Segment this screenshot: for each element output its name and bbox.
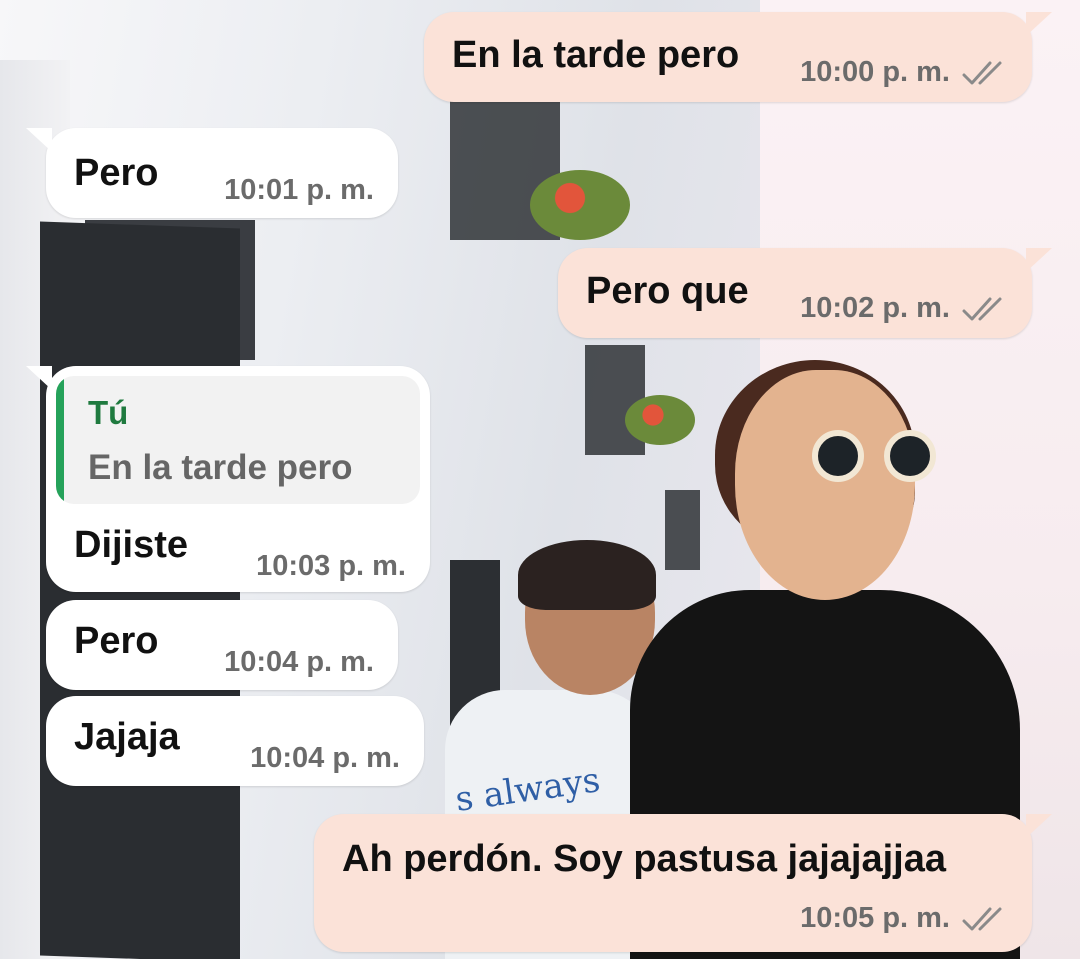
double-check-icon <box>962 907 1002 930</box>
message-meta: 10:04 p. m. <box>224 646 374 679</box>
message-text: Jajaja <box>74 716 180 758</box>
message-meta: 10:05 p. m. <box>800 902 1008 935</box>
message-time: 10:04 p. m. <box>224 646 374 678</box>
message-time: 10:01 p. m. <box>224 174 374 206</box>
message-text: Dijiste <box>74 524 189 566</box>
message-text: En la tarde pero <box>452 34 740 76</box>
incoming-message[interactable]: Pero 10:01 p. m. <box>26 128 398 218</box>
message-time: 10:05 p. m. <box>800 902 950 934</box>
message-text: Pero <box>74 620 159 662</box>
incoming-message[interactable]: Jajaja 10:04 p. m. <box>46 696 424 786</box>
message-time: 10:04 p. m. <box>250 742 400 774</box>
message-meta: 10:03 p. m. <box>256 550 406 583</box>
incoming-message-with-reply[interactable]: Tú En la tarde pero Dijiste 10:03 p. m. <box>26 366 430 592</box>
message-text: Ah perdón. Soy pastusa jajajajjaa <box>342 838 946 880</box>
message-meta: 10:00 p. m. <box>800 56 1008 89</box>
message-meta: 10:04 p. m. <box>250 742 400 775</box>
outgoing-message[interactable]: Pero que 10:02 p. m. <box>558 248 1052 338</box>
double-check-icon <box>962 297 1002 320</box>
reply-quote-text: En la tarde pero <box>88 448 353 487</box>
message-time: 10:02 p. m. <box>800 292 950 324</box>
message-time: 10:03 p. m. <box>256 550 406 582</box>
reply-quote-author: Tú <box>88 394 129 431</box>
chat-message-list[interactable]: En la tarde pero 10:00 p. m. Pero 10:01 … <box>0 0 1080 959</box>
message-meta: 10:02 p. m. <box>800 292 1008 325</box>
message-text: Pero <box>74 152 159 194</box>
reply-quote[interactable]: Tú En la tarde pero <box>56 376 420 504</box>
outgoing-message[interactable]: En la tarde pero 10:00 p. m. <box>424 12 1052 102</box>
reply-quote-bar <box>56 376 64 504</box>
incoming-message[interactable]: Pero 10:04 p. m. <box>46 600 398 690</box>
message-text: Pero que <box>586 270 749 312</box>
double-check-icon <box>962 61 1002 84</box>
message-meta: 10:01 p. m. <box>224 174 374 207</box>
outgoing-message[interactable]: Ah perdón. Soy pastusa jajajajjaa 10:05 … <box>314 814 1052 952</box>
message-time: 10:00 p. m. <box>800 56 950 88</box>
